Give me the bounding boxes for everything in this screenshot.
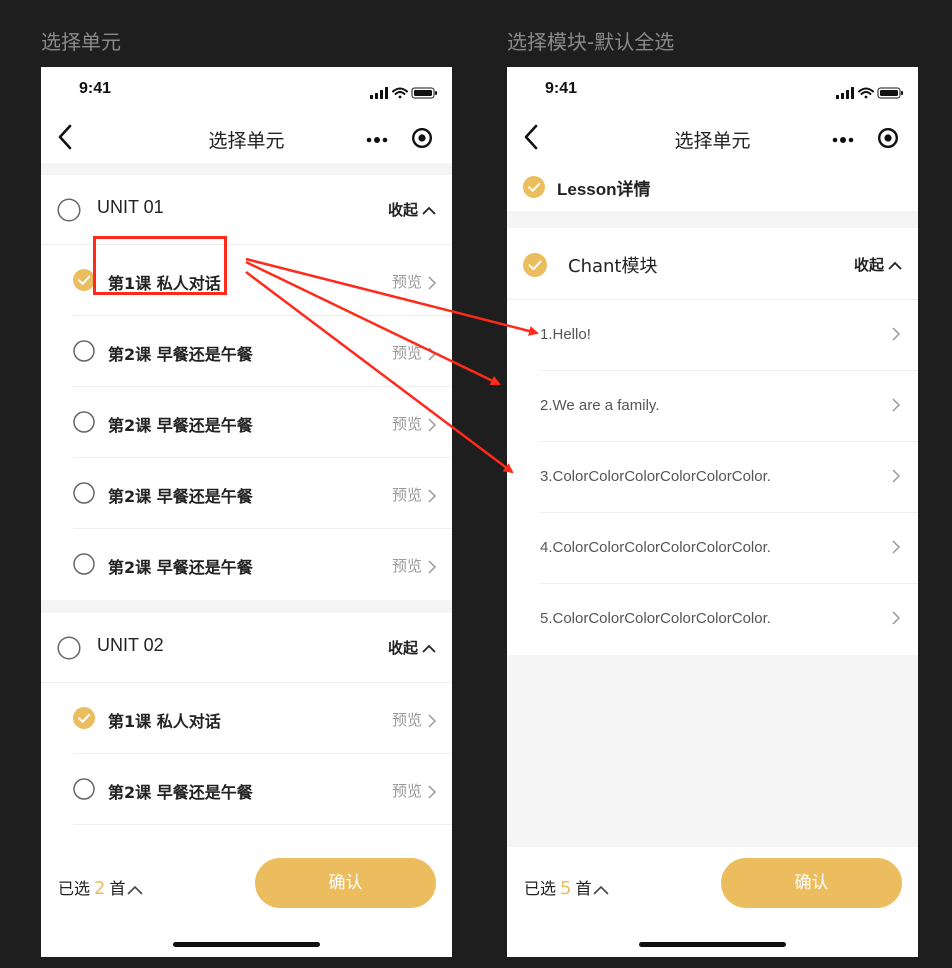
annotation-arrow xyxy=(245,257,539,336)
annotation-arrows xyxy=(245,257,539,474)
